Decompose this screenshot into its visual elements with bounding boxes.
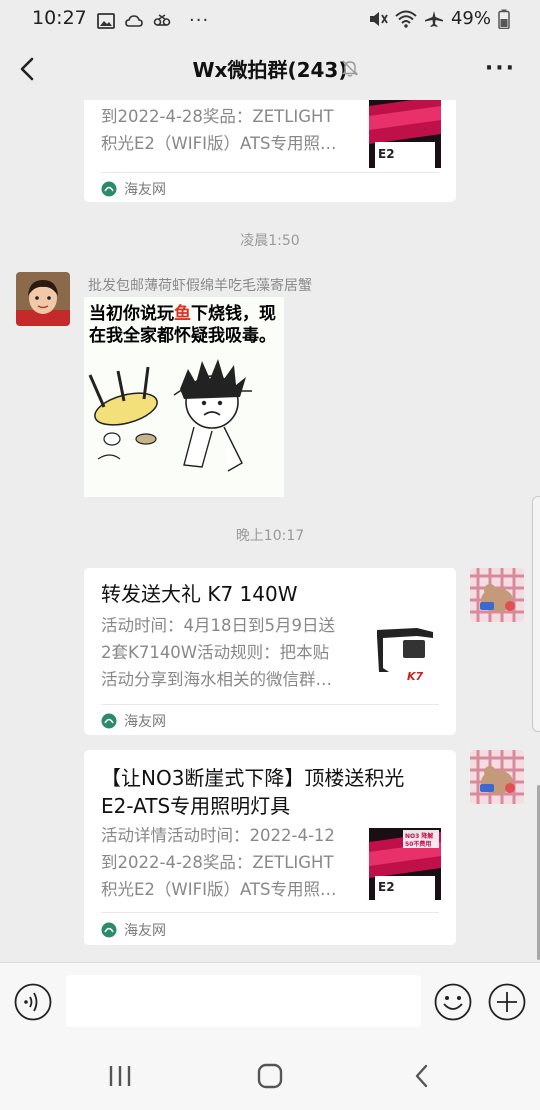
haiyouwang-logo-icon	[101, 181, 117, 197]
card-title: 【让NO3断崖式下降】顶楼送积光	[101, 766, 405, 790]
card-desc-line: 2套K7140W活动规则：把本贴	[101, 643, 330, 662]
wifi-icon	[395, 10, 417, 28]
sender-avatar[interactable]	[16, 272, 70, 326]
home-icon[interactable]	[256, 1062, 284, 1090]
battery-percent: 49%	[450, 8, 491, 29]
card-divider	[101, 172, 439, 173]
plus-icon[interactable]	[488, 983, 526, 1021]
airplane-icon	[424, 10, 443, 27]
haiyouwang-logo-icon	[101, 922, 117, 938]
sender-name: 批发包邮薄荷虾假绵羊吃毛藻寄居蟹	[88, 278, 312, 294]
mute-icon	[369, 11, 388, 26]
status-time: 10:27	[32, 7, 87, 29]
card-thumbnail: E2	[369, 100, 441, 168]
system-navigation-bar	[0, 1040, 540, 1110]
card-source: 海友网	[101, 179, 166, 199]
notification-icons: ···	[97, 10, 209, 31]
mute-bell-icon	[341, 60, 359, 77]
card-source-name: 海友网	[124, 923, 166, 939]
message-list[interactable]: 到2022-4-28奖品：ZETLIGHT 积光E2（WIFI版）ATS专用照……	[0, 100, 540, 962]
card-desc-line: 积光E2（WIFI版）ATS专用照…	[101, 880, 337, 899]
timestamp: 晚上10:17	[235, 528, 305, 544]
card-thumbnail: NO3 降解 50不费用 E2	[369, 828, 441, 900]
card-desc-line: 到2022-4-28奖品：ZETLIGHT	[101, 853, 334, 872]
sticker-message[interactable]: 当初你说玩鱼下烧钱，现在我全家都怀疑我吸毒。	[84, 297, 284, 497]
card-desc-line: 活动详情活动时间：2022-4-12	[101, 826, 335, 845]
card-source: 海友网	[101, 711, 166, 731]
card-title: 转发送大礼 K7 140W	[101, 582, 298, 606]
svg-text:50不费用: 50不费用	[405, 840, 431, 848]
link-card-no3[interactable]: 【让NO3断崖式下降】顶楼送积光 E2-ATS专用照明灯具 活动详情活动时间：2…	[84, 750, 456, 945]
voicemail-icon	[153, 13, 171, 26]
more-notifications: ···	[189, 10, 210, 31]
card-desc-line: 活动时间：4月18日到5月9日送	[101, 616, 335, 635]
card-desc-line: 到2022-4-28奖品：ZETLIGHT	[101, 107, 334, 126]
input-bar	[0, 962, 540, 1040]
card-divider	[101, 704, 439, 705]
link-card-top[interactable]: 到2022-4-28奖品：ZETLIGHT 积光E2（WIFI版）ATS专用照……	[84, 100, 456, 202]
system-back-icon[interactable]	[410, 1062, 434, 1090]
card-source-name: 海友网	[124, 182, 166, 198]
my-avatar[interactable]	[470, 568, 524, 622]
my-avatar[interactable]	[470, 750, 524, 804]
cloud-upload-icon	[125, 14, 143, 27]
edge-panel-handle[interactable]	[532, 496, 540, 732]
card-source-name: 海友网	[124, 714, 166, 730]
chat-title: Wx微拍群(243)	[192, 58, 348, 82]
svg-text:K7: K7	[407, 670, 424, 683]
haiyouwang-logo-icon	[101, 713, 117, 729]
message-input[interactable]	[66, 975, 421, 1027]
sticker-caption: 当初你说玩鱼下烧钱，现在我全家都怀疑我吸毒。	[89, 304, 276, 346]
emoji-icon[interactable]	[434, 983, 472, 1021]
timestamp: 凌晨1:50	[240, 233, 300, 249]
card-desc-line: 活动分享到海水相关的微信群…	[101, 670, 332, 689]
card-desc-line: 积光E2（WIFI版）ATS专用照…	[101, 134, 337, 153]
voice-input-icon[interactable]	[14, 983, 52, 1021]
more-options-button[interactable]: ···	[485, 56, 516, 81]
card-thumbnail: K7	[369, 618, 441, 690]
chat-header: Wx微拍群(243) ···	[0, 38, 540, 100]
card-title: E2-ATS专用照明灯具	[101, 794, 291, 818]
recent-apps-icon[interactable]	[106, 1064, 134, 1088]
card-source: 海友网	[101, 920, 166, 940]
sticker-drawing	[88, 359, 252, 472]
system-indicators: 49%	[368, 8, 510, 29]
battery-icon	[498, 9, 510, 29]
gallery-icon	[97, 12, 115, 29]
thumb-text: E2	[378, 147, 395, 161]
svg-text:NO3 降解: NO3 降解	[405, 832, 433, 840]
thumb-text: E2	[378, 880, 395, 894]
card-divider	[101, 912, 439, 913]
status-bar: 10:27 ··· 49%	[0, 0, 540, 38]
link-card-k7[interactable]: 转发送大礼 K7 140W 活动时间：4月18日到5月9日送 2套K7140W活…	[84, 568, 456, 735]
